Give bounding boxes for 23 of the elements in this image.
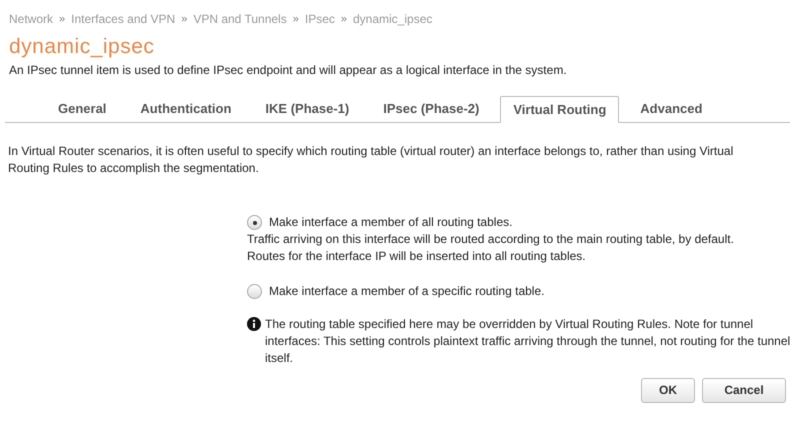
tab[interactable]: General xyxy=(45,96,120,122)
intro-text: In Virtual Router scenarios, it is often useful to specify which routing table (virtual router) an interface belongs to, rather than using Virtual Routing Rules to accomplish the segmentation. xyxy=(7,143,734,177)
dialog-button[interactable]: Cancel xyxy=(702,378,786,403)
page-description: An IPsec tunnel item is used to define IPsec endpoint and will appear as a logical interface in the system. xyxy=(8,62,568,78)
tab[interactable]: Virtual Routing xyxy=(500,96,620,123)
radio-button[interactable] xyxy=(247,215,262,230)
radio-button[interactable] xyxy=(247,284,262,299)
breadcrumb-separator: » xyxy=(340,12,347,27)
help-text: Routes for the interface IP will be inserted into all routing tables. xyxy=(247,248,587,265)
tab[interactable]: Advanced xyxy=(627,96,716,122)
dialog-button[interactable]: OK xyxy=(641,378,695,403)
tab[interactable]: IPsec (Phase-2) xyxy=(370,96,492,122)
note-text: The routing table specified here may be overridden by Virtual Routing Rules. Note for tunnel interfaces: This setting controls plaintext traffic arriving through the tunnel, not routing for the tunnel itself. xyxy=(265,316,792,367)
breadcrumb-separator: » xyxy=(292,12,299,27)
tab[interactable]: IKE (Phase-1) xyxy=(252,96,362,122)
tab[interactable]: Authentication xyxy=(127,96,244,122)
radio-option[interactable]: Make interface a member of all routing tables. xyxy=(247,214,792,231)
breadcrumb-separator: » xyxy=(59,12,66,27)
help-text: Traffic arriving on this interface will be routed according to the main routing table, by default. xyxy=(247,231,735,248)
info-icon xyxy=(247,317,261,331)
radio-option[interactable]: Make interface a member of a specific routing table. xyxy=(247,283,792,300)
breadcrumb-separator: » xyxy=(181,12,188,27)
page-title: dynamic_ipsec xyxy=(8,35,156,59)
